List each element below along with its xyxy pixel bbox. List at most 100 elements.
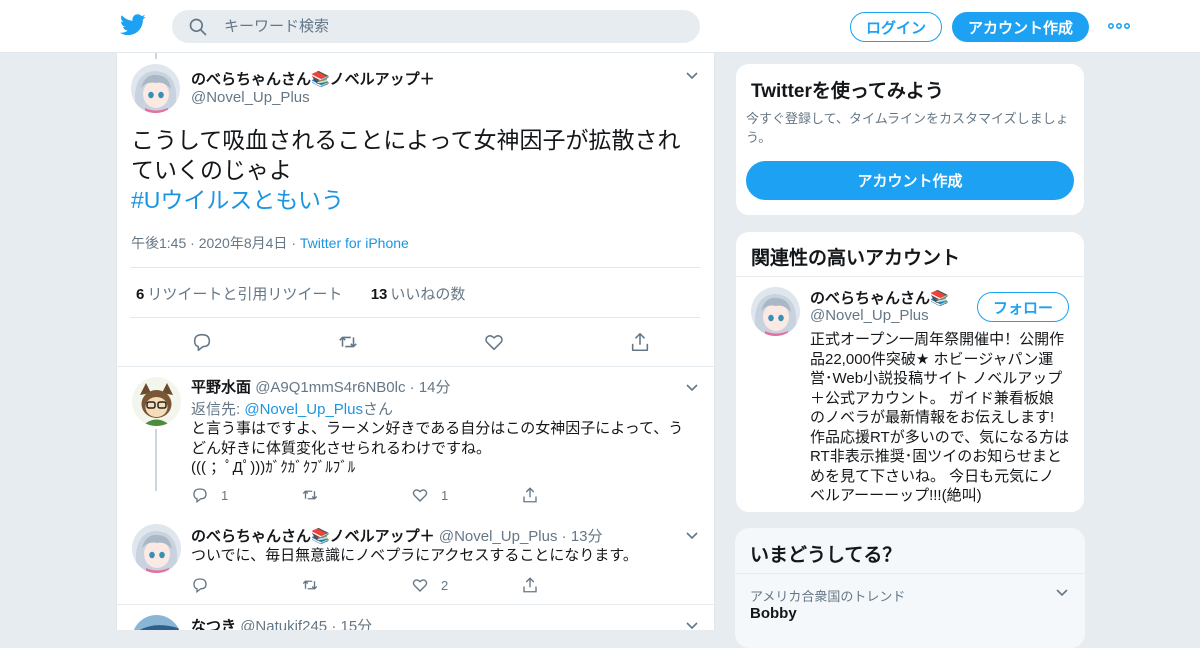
like-action[interactable]: 1 [411,486,521,504]
hashtag-link[interactable]: #Uウイルスともいう [131,185,706,215]
bio-line: 品22,000件突破★ ホビージャパン運 [810,350,1054,368]
reply-icon[interactable] [191,486,209,504]
bio-line: ベルアーーーップ!!!(絶叫) [810,487,982,504]
chevron-down-icon[interactable] [685,71,699,81]
tweet-timeline: のべらちゃんさん📚ノベルアップ＋ @Novel_Up_Plus こうして吸血され… [116,53,715,630]
reply-text-line: どん好きに体質変化させられるわけですね。 [191,439,492,457]
tweet-source-link[interactable]: Twitter for iPhone [300,235,409,251]
chevron-down-icon[interactable] [1055,588,1069,598]
card-title: Twitterを使ってみよう [751,81,944,102]
retweet-action[interactable] [301,576,411,594]
like-stat[interactable]: 13 いいねの数 [371,286,466,303]
retweet-stat[interactable]: 6 リツイートと引用リツイート [136,286,342,303]
tweet-text-line: ていくのじゃよ [131,157,292,183]
avatar[interactable] [751,287,800,336]
reply-text: と言う事はですよ、ラーメン好きである自分はこの女神因子によって、う どん好きに体… [191,419,696,478]
chevron-down-icon[interactable] [685,621,699,630]
tweet-metadata: 午後1:45 · 2020年8月4日 · Twitter for iPhone [131,235,409,251]
like-action[interactable]: 2 [411,576,521,594]
signup-cta-button[interactable]: アカウント作成 [746,161,1074,200]
signup-prompt-card: Twitterを使ってみよう 今すぐ登録して、タイムラインをカスタマイズしましょ… [735,63,1085,216]
related-accounts-card: 関連性の高いアカウント のべらちゃんさん📚 @Novel_Up_Plus フォロ… [735,231,1085,513]
signup-button[interactable]: アカウント作成 [952,12,1089,42]
reply-actions: 2 [191,576,631,594]
tweet-text: こうして吸血されることによって女神因子が拡散され ていくのじゃよ #Uウイルスと… [131,125,706,215]
trend-item[interactable]: Bobby [750,605,797,622]
reply-text: ついでに、毎日無意識にノベプラにアクセスすることになります。 [191,546,696,566]
like-icon[interactable] [483,331,505,353]
search-input[interactable] [224,18,644,35]
divider [130,267,700,268]
avatar[interactable] [132,377,181,426]
more-options-icon[interactable] [1106,16,1132,36]
reply-text-line: ((( ；ﾟДﾟ)))ｶﾞｸｶﾞｸﾌﾞﾙﾌﾞﾙ [191,459,356,476]
tweet-time[interactable]: 午後1:45 [131,235,186,251]
bio-line: めを見て下さいね。 今日も元気にノ [810,467,1055,485]
like-count: 1 [441,487,449,503]
reply-to-link[interactable]: @Novel_Up_Plus [244,401,363,418]
thread-connector [155,53,157,59]
share-icon[interactable] [521,486,539,504]
tweet-stats: 6 リツイートと引用リツイート 13 いいねの数 [136,283,465,304]
like-icon[interactable] [411,486,429,504]
divider [117,604,714,605]
reply-author-name[interactable]: なつき [191,618,236,630]
account-bio: 正式オープン一周年祭開催中！公開作 品22,000件突破★ ホビージャパン運 営… [810,330,1076,506]
reply-count: 1 [221,487,229,503]
retweet-icon[interactable] [301,576,319,594]
share-action[interactable] [521,486,631,504]
card-description-line: 今すぐ登録して、タイムラインをカスタマイズしましょ [746,111,1069,126]
trend-location: アメリカ合衆国のトレンド [750,589,906,604]
avatar[interactable] [132,524,181,573]
retweet-action[interactable] [301,486,411,504]
like-icon[interactable] [411,576,429,594]
retweet-icon[interactable] [337,331,359,353]
reply-author-handle[interactable]: @A9Q1mmS4r6NB0lc [255,379,405,396]
follow-button[interactable]: フォロー [977,292,1069,322]
divider [117,366,714,367]
reply-author-handle[interactable]: @Natukif245 [240,618,327,630]
tweet-date[interactable]: 2020年8月4日 [199,235,288,251]
twitter-bird-logo-icon[interactable] [120,14,146,36]
bio-line: 営･Web小説投稿サイト ノベルアップ [810,370,1063,387]
thread-connector [155,429,157,491]
card-description-line: う。 [746,130,772,145]
card-title: 関連性の高いアカウント [751,248,961,269]
reply-text-line: と言う事はですよ、ラーメン好きである自分はこの女神因子によって、う [191,420,684,437]
reply-icon[interactable] [191,576,209,594]
reply-timestamp[interactable]: 13分 [571,528,603,545]
reply-header: 平野水面 @A9Q1mmS4r6NB0lc · 14分 [191,379,451,396]
share-action[interactable] [521,576,631,594]
reply-author-name[interactable]: のべらちゃんさん📚ノベルアップ＋ [191,528,435,545]
reply-header: のべらちゃんさん📚ノベルアップ＋ @Novel_Up_Plus · 13分 [191,528,603,545]
tweet-author-name[interactable]: のべらちゃんさん📚ノベルアップ＋ [191,68,435,89]
bio-line: 正式オープン一周年祭開催中！公開作 [810,331,1065,348]
retweet-icon[interactable] [301,486,319,504]
card-title: いまどうしてる？ [750,545,902,566]
tweet-author-handle[interactable]: @Novel_Up_Plus [191,89,310,106]
account-handle[interactable]: @Novel_Up_Plus [810,307,929,324]
reply-action[interactable]: 1 [191,486,301,504]
login-button[interactable]: ログイン [850,12,942,42]
reply-to-label: 返信先: @Novel_Up_Plusさん [191,401,393,418]
bio-line: RT非表示推奨･固ツイのお知らせまと [810,448,1062,465]
reply-timestamp[interactable]: 14分 [419,379,451,396]
tweet-actions [191,331,651,353]
account-name[interactable]: のべらちゃんさん📚 [810,287,949,308]
avatar[interactable] [131,64,180,113]
share-icon[interactable] [521,576,539,594]
search-bar[interactable] [172,10,700,43]
avatar[interactable] [132,615,181,630]
top-navigation-bar: ログイン アカウント作成 [0,0,1200,53]
reply-author-handle[interactable]: @Novel_Up_Plus [439,528,558,545]
reply-actions: 1 1 [191,486,631,504]
chevron-down-icon[interactable] [685,531,699,541]
reply-action[interactable] [191,576,301,594]
card-description: 今すぐ登録して、タイムラインをカスタマイズしましょ う。 [746,109,1076,147]
reply-icon[interactable] [191,331,213,353]
chevron-down-icon[interactable] [685,383,699,393]
reply-timestamp[interactable]: 15分 [340,618,372,630]
reply-author-name[interactable]: 平野水面 [191,379,251,396]
search-icon [189,18,207,35]
share-icon[interactable] [629,331,651,353]
